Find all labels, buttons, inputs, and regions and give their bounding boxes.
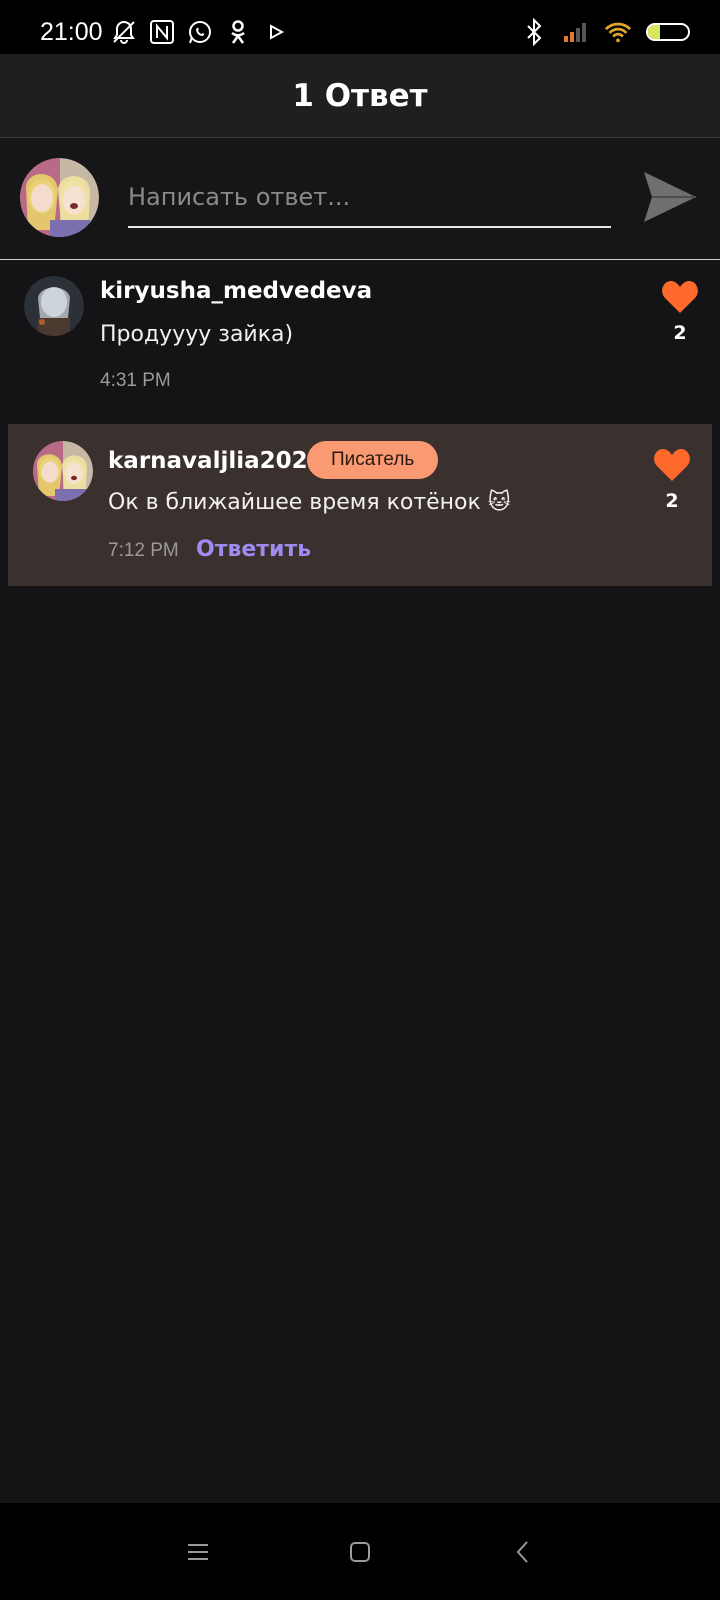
recent-apps-button[interactable] [181, 1535, 215, 1569]
page-title: 1 Ответ [292, 78, 428, 114]
cellular-signal-icon [562, 18, 590, 46]
like-count: 2 [665, 490, 679, 512]
send-icon [644, 172, 696, 222]
muted-bell-icon [110, 18, 138, 46]
comment-username[interactable]: kiryusha_medvedeva [100, 278, 372, 304]
comment-text: Продуууу зайка) [100, 322, 294, 347]
battery-percent: 30 [660, 24, 676, 40]
whatsapp-icon [186, 18, 214, 46]
menu-icon [188, 1544, 208, 1560]
commenter-avatar[interactable] [33, 441, 93, 501]
reply-composer [0, 138, 720, 260]
bluetooth-icon [520, 18, 548, 46]
status-bar: 21:00 30 [0, 0, 720, 54]
like-count: 2 [673, 322, 687, 344]
send-button[interactable] [640, 168, 698, 226]
comment-text: Ок в ближайшее время котёнок 🐱 [108, 490, 511, 515]
status-time: 21:00 [40, 18, 103, 46]
comment-item-highlighted: karnavaljlia2023 Писатель Ок в ближайшее… [8, 424, 712, 586]
system-icons: 30 [520, 18, 690, 46]
wifi-icon [604, 18, 632, 46]
like-button[interactable]: 2 [660, 280, 700, 344]
reply-link[interactable]: Ответить [196, 537, 311, 562]
commenter-avatar[interactable] [24, 276, 84, 336]
replies-header: 1 Ответ [0, 54, 720, 138]
chevron-left-icon [516, 1541, 528, 1563]
comment-timestamp: 7:12 PM [108, 540, 179, 561]
current-user-avatar[interactable] [20, 158, 99, 237]
notification-icons [110, 18, 290, 46]
battery-level-fill [648, 25, 660, 39]
play-icon [262, 18, 290, 46]
like-button[interactable]: 2 [652, 448, 692, 512]
comment-item: kiryusha_medvedeva Продуууу зайка) 4:31 … [0, 262, 720, 412]
ok-icon [224, 18, 252, 46]
back-button[interactable] [506, 1535, 540, 1569]
comment-username[interactable]: karnavaljlia2023 [108, 448, 324, 474]
reply-input[interactable] [128, 168, 611, 228]
battery-icon: 30 [646, 23, 690, 41]
comment-timestamp: 4:31 PM [100, 370, 171, 391]
home-button[interactable] [343, 1535, 377, 1569]
system-nav-bar [0, 1503, 720, 1600]
role-badge: Писатель [307, 441, 439, 479]
square-icon [350, 1542, 370, 1562]
heart-icon [654, 449, 690, 481]
heart-icon [662, 281, 698, 313]
nfc-icon [148, 18, 176, 46]
